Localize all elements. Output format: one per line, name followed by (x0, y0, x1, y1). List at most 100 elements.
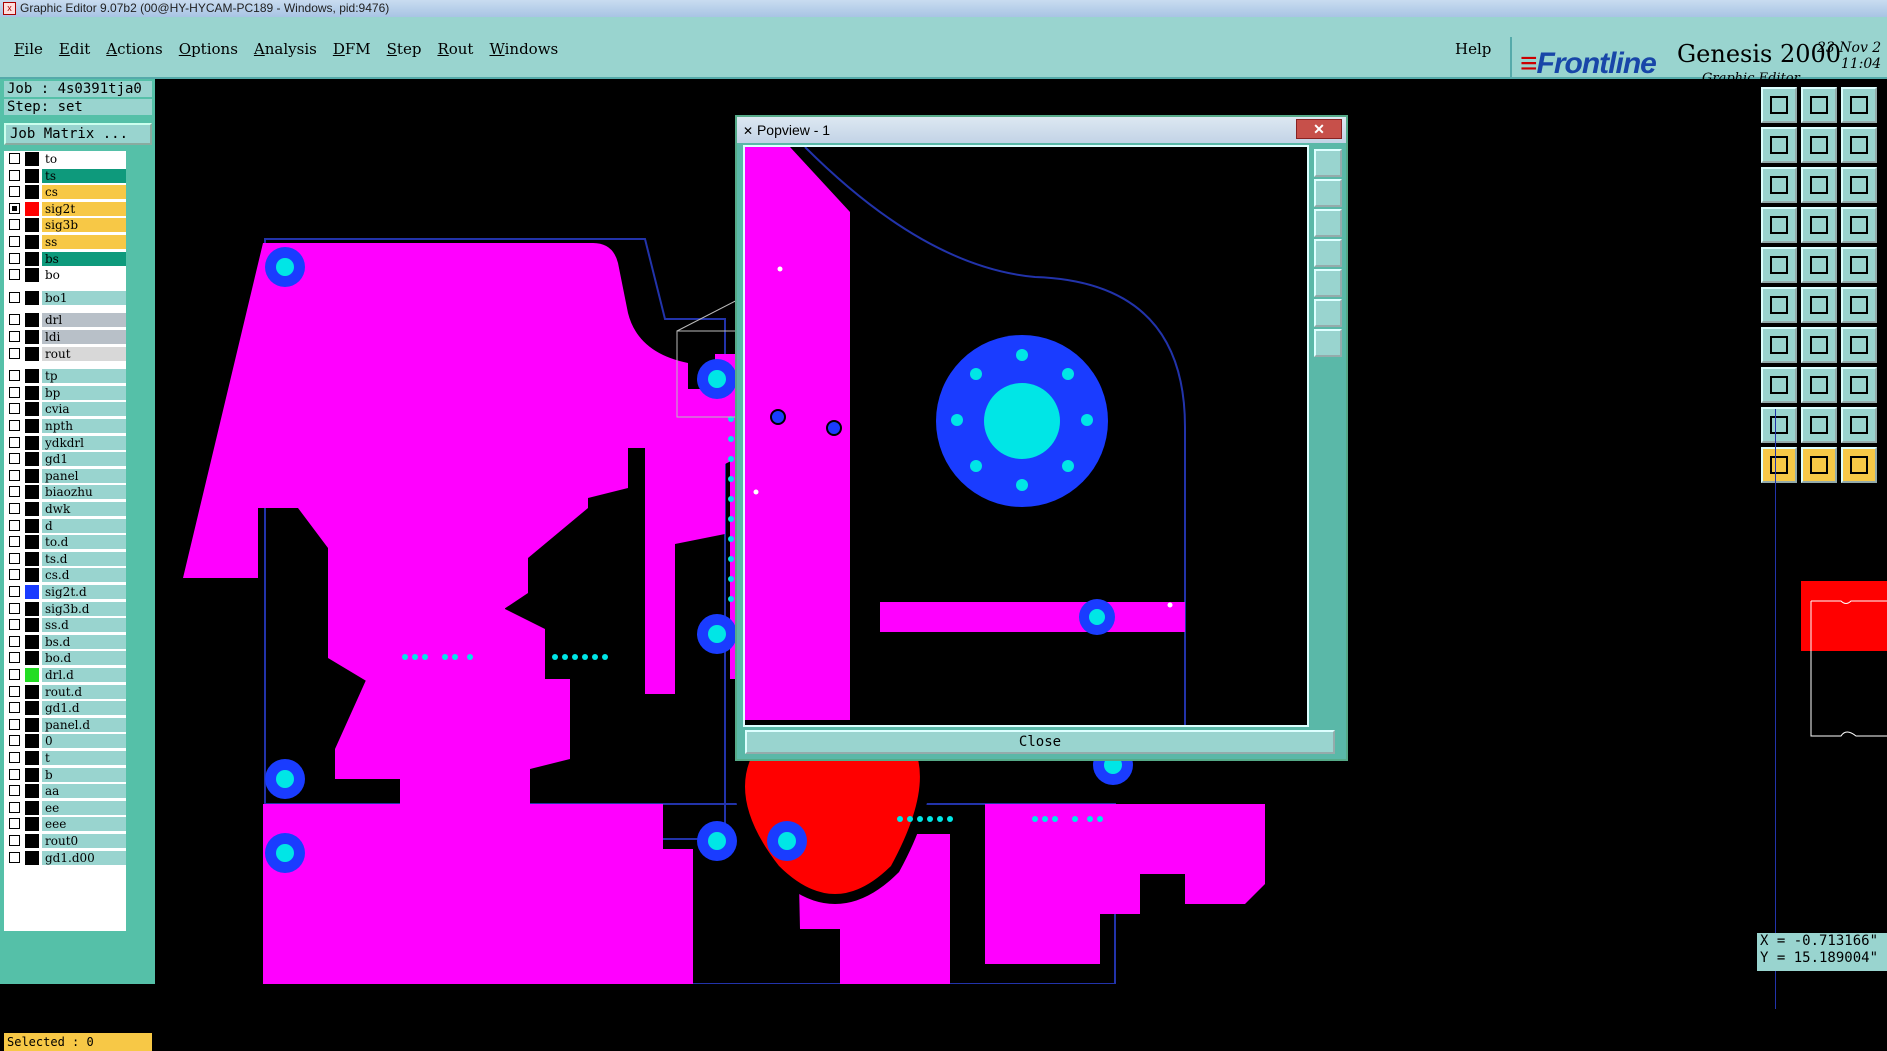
tool-button-6-2[interactable] (1841, 327, 1877, 363)
layer-checkbox[interactable] (9, 652, 20, 664)
tool-button-4-1[interactable] (1801, 247, 1837, 283)
layer-row-ee[interactable]: ee (4, 800, 126, 816)
layer-checkbox[interactable] (9, 436, 20, 448)
layer-checkbox[interactable] (9, 835, 20, 846)
popview-tool-2[interactable] (1314, 179, 1342, 207)
layer-row-sig2t-d[interactable]: sig2t.d (4, 584, 126, 600)
layer-row-tp[interactable]: tp (4, 368, 126, 384)
layer-row-ss-d[interactable]: ss.d (4, 617, 126, 633)
layer-row-bo1[interactable]: bo1 (4, 290, 126, 306)
layer-row-bs[interactable]: bs (4, 251, 126, 267)
tool-button-4-2[interactable] (1841, 247, 1877, 283)
layer-checkbox[interactable] (9, 169, 20, 181)
job-matrix-button[interactable]: Job Matrix ... (4, 123, 152, 145)
layer-checkbox[interactable] (9, 202, 20, 214)
tool-button-5-0[interactable] (1761, 287, 1797, 323)
layer-row-0[interactable]: 0 (4, 733, 126, 749)
layer-row-bs-d[interactable]: bs.d (4, 634, 126, 650)
layer-checkbox[interactable] (9, 635, 20, 647)
layer-row-gd1-d[interactable]: gd1.d (4, 700, 126, 716)
menu-help[interactable]: Help (1455, 39, 1491, 59)
layer-checkbox[interactable] (9, 702, 20, 714)
layer-row-ts-d[interactable]: ts.d (4, 551, 126, 567)
layer-checkbox[interactable] (9, 602, 20, 614)
layer-row-eee[interactable]: eee (4, 816, 126, 832)
layer-row-drl-d[interactable]: drl.d (4, 667, 126, 683)
layer-checkbox[interactable] (9, 486, 20, 498)
layer-checkbox[interactable] (9, 752, 20, 763)
layer-checkbox[interactable] (9, 469, 20, 481)
tool-button-2-0[interactable] (1761, 167, 1797, 203)
layer-checkbox[interactable] (9, 801, 20, 813)
tool-button-4-0[interactable] (1761, 247, 1797, 283)
layer-row-t[interactable]: t (4, 750, 126, 766)
menu-dfm[interactable]: DFM (325, 39, 379, 59)
layer-row-to[interactable]: to (4, 151, 126, 167)
layer-row-cvia[interactable]: cvia (4, 401, 126, 417)
layer-checkbox[interactable] (9, 291, 20, 303)
menu-windows[interactable]: Windows (481, 39, 566, 59)
layer-row-biaozhu[interactable]: biaozhu (4, 484, 126, 500)
layer-checkbox[interactable] (9, 370, 20, 382)
tool-button-7-0[interactable] (1761, 367, 1797, 403)
layer-checkbox[interactable] (9, 269, 20, 281)
tool-button-0-1[interactable] (1801, 87, 1837, 123)
popview-close-icon[interactable]: ✕ (1296, 119, 1342, 139)
layer-row-cs[interactable]: cs (4, 184, 126, 200)
layer-checkbox[interactable] (9, 569, 20, 581)
menu-file[interactable]: File (6, 39, 51, 59)
layer-row-aa[interactable]: aa (4, 783, 126, 799)
tool-button-2-1[interactable] (1801, 167, 1837, 203)
layer-row-sig2t[interactable]: sig2t (4, 201, 126, 217)
layer-checkbox[interactable] (9, 252, 20, 264)
layer-row-panel-d[interactable]: panel.d (4, 717, 126, 733)
layer-checkbox[interactable] (9, 347, 20, 359)
tool-button-5-2[interactable] (1841, 287, 1877, 323)
layer-checkbox[interactable] (9, 818, 20, 830)
layer-row-ldi[interactable]: ldi (4, 329, 126, 345)
layer-row-ss[interactable]: ss (4, 234, 126, 250)
layer-checkbox[interactable] (9, 153, 20, 164)
layer-checkbox[interactable] (9, 785, 20, 797)
popview-tool-6[interactable] (1314, 299, 1342, 327)
popview-tool-7[interactable] (1314, 329, 1342, 357)
layer-row-b[interactable]: b (4, 767, 126, 783)
menu-actions[interactable]: Actions (98, 39, 170, 59)
layer-row-cs-d[interactable]: cs.d (4, 567, 126, 583)
layer-checkbox[interactable] (9, 386, 20, 398)
layer-checkbox[interactable] (9, 536, 20, 548)
layer-row-ts[interactable]: ts (4, 168, 126, 184)
popview-tool-1[interactable] (1314, 149, 1342, 177)
layer-checkbox[interactable] (9, 519, 20, 531)
layer-checkbox[interactable] (9, 735, 20, 747)
layer-row-bp[interactable]: bp (4, 385, 126, 401)
layer-row-rout-d[interactable]: rout.d (4, 684, 126, 700)
layer-row-bo[interactable]: bo (4, 267, 126, 283)
layer-checkbox[interactable] (9, 403, 20, 415)
tool-button-3-2[interactable] (1841, 207, 1877, 243)
layer-checkbox[interactable] (9, 331, 20, 342)
popview-close-button[interactable]: Close (745, 730, 1335, 754)
tool-button-7-1[interactable] (1801, 367, 1837, 403)
layer-checkbox[interactable] (9, 552, 20, 564)
layer-checkbox[interactable] (9, 186, 20, 198)
layer-checkbox[interactable] (9, 503, 20, 514)
popview-canvas[interactable] (743, 145, 1309, 727)
layer-checkbox[interactable] (9, 453, 20, 465)
layer-row-sig3b-d[interactable]: sig3b.d (4, 601, 126, 617)
layer-checkbox[interactable] (9, 718, 20, 730)
layer-checkbox[interactable] (9, 586, 20, 597)
menu-analysis[interactable]: Analysis (246, 39, 325, 59)
popview-tool-5[interactable] (1314, 269, 1342, 297)
menu-rout[interactable]: Rout (429, 39, 481, 59)
layer-checkbox[interactable] (9, 768, 20, 780)
tool-button-0-2[interactable] (1841, 87, 1877, 123)
tool-button-1-1[interactable] (1801, 127, 1837, 163)
menu-step[interactable]: Step (379, 39, 430, 59)
layer-checkbox[interactable] (9, 236, 20, 247)
layer-checkbox[interactable] (9, 219, 20, 231)
tool-button-3-1[interactable] (1801, 207, 1837, 243)
layer-row-panel[interactable]: panel (4, 468, 126, 484)
layer-row-to-d[interactable]: to.d (4, 534, 126, 550)
overview-map[interactable] (1775, 409, 1887, 1009)
